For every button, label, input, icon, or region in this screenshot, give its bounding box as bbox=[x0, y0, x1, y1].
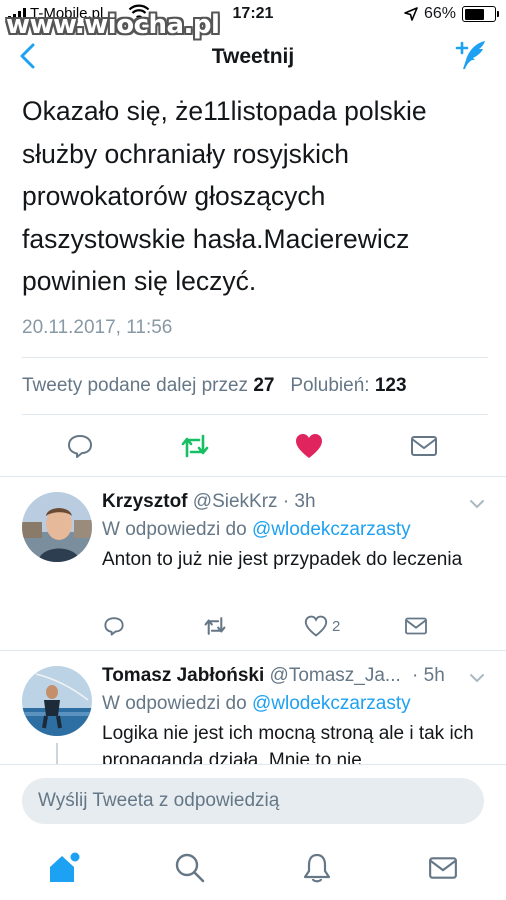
compose-icon[interactable] bbox=[454, 38, 488, 72]
battery-icon bbox=[462, 6, 499, 22]
reply-time: · 3h bbox=[282, 491, 316, 512]
author-name[interactable]: Tomasz Jabłoński bbox=[102, 665, 264, 686]
like-button[interactable] bbox=[291, 428, 327, 464]
likes-label: Polubień: bbox=[290, 375, 370, 396]
tab-search[interactable] bbox=[170, 848, 210, 888]
share-button[interactable] bbox=[404, 613, 428, 639]
tweet-date: 20.11.2017, 11:56 bbox=[22, 317, 173, 338]
tab-home[interactable] bbox=[44, 848, 84, 888]
heart-icon bbox=[304, 615, 328, 637]
tweet-actions bbox=[0, 428, 506, 464]
reply-to: W odpowiedzi do @wlodekczarzasty bbox=[102, 519, 411, 541]
tab-messages[interactable] bbox=[423, 848, 463, 888]
page-title: Tweetnij bbox=[211, 45, 295, 68]
retweet-icon bbox=[204, 617, 226, 635]
reply-to: W odpowiedzi do @wlodekczarzasty bbox=[102, 693, 411, 715]
battery-percent: 66% bbox=[423, 5, 456, 22]
like-button[interactable]: 2 bbox=[304, 613, 340, 639]
share-button[interactable] bbox=[406, 428, 442, 464]
reply-tweet[interactable]: Krzysztof @SiekKrz · 3h W odpowiedzi do … bbox=[0, 477, 506, 650]
reply-to-handle[interactable]: @wlodekczarzasty bbox=[252, 519, 411, 540]
reply-button[interactable] bbox=[103, 613, 125, 639]
author-handle[interactable]: @SiekKrz bbox=[193, 491, 278, 512]
reply-header: Tomasz Jabłoński @Tomasz_Ja... · 5h bbox=[102, 665, 445, 687]
reply-time: · 5h bbox=[412, 665, 445, 686]
location-arrow-icon bbox=[404, 7, 418, 21]
status-right: 66% bbox=[404, 5, 499, 23]
chevron-down-icon[interactable] bbox=[468, 669, 486, 687]
retweet-button[interactable] bbox=[202, 613, 228, 639]
tab-bar bbox=[0, 836, 506, 900]
reply-composer: Wyślij Tweeta z odpowiedzią bbox=[0, 764, 506, 836]
divider bbox=[22, 357, 488, 358]
reply-to-label: W odpowiedzi do bbox=[102, 693, 247, 714]
nav-bar: Tweetnij bbox=[0, 30, 506, 86]
author-handle[interactable]: @Tomasz_Ja... bbox=[270, 665, 401, 686]
chevron-down-icon[interactable] bbox=[468, 495, 486, 513]
retweet-icon bbox=[181, 434, 209, 458]
avatar-image bbox=[22, 492, 92, 562]
retweets-count[interactable]: 27 bbox=[253, 375, 274, 396]
avatar[interactable] bbox=[22, 492, 92, 562]
tweet-text: Okazało się, że11listopada polskie służb… bbox=[22, 96, 427, 296]
divider bbox=[22, 414, 488, 415]
reply-icon bbox=[104, 617, 124, 636]
retweets-label: Tweety podane dalej przez bbox=[22, 375, 249, 396]
like-count: 2 bbox=[332, 617, 341, 635]
tab-notifications[interactable] bbox=[297, 848, 337, 888]
reply-tweet[interactable]: Tomasz Jabłoński @Tomasz_Ja... · 5h W od… bbox=[0, 651, 506, 764]
reply-to-handle[interactable]: @wlodekczarzasty bbox=[252, 693, 411, 714]
reply-to-label: W odpowiedzi do bbox=[102, 519, 247, 540]
reply-header: Krzysztof @SiekKrz · 3h bbox=[102, 491, 316, 513]
reply-text: Logika nie jest ich mocną stroną ale i t… bbox=[102, 723, 474, 764]
author-name[interactable]: Krzysztof bbox=[102, 491, 188, 512]
bell-icon bbox=[303, 853, 331, 883]
reply-text: Anton to już nie jest przypadek do lecze… bbox=[102, 549, 463, 570]
tweet-stats: Tweety podane dalej przez 27 Polubień: 1… bbox=[22, 375, 407, 397]
heart-icon bbox=[296, 434, 322, 458]
reply-input[interactable]: Wyślij Tweeta z odpowiedzią bbox=[22, 778, 484, 824]
search-icon bbox=[175, 853, 205, 883]
thread-line bbox=[56, 743, 58, 764]
avatar-image bbox=[22, 666, 92, 736]
status-bar: T-Mobile.pl www.wiocha.pl 17:21 66% bbox=[0, 0, 506, 40]
avatar[interactable] bbox=[22, 666, 92, 736]
reply-icon bbox=[68, 435, 92, 458]
battery-fill bbox=[464, 8, 484, 20]
home-icon bbox=[50, 852, 80, 882]
retweet-button[interactable] bbox=[177, 428, 213, 464]
mail-icon bbox=[411, 436, 437, 456]
mail-icon bbox=[405, 617, 427, 635]
likes-count[interactable]: 123 bbox=[375, 375, 407, 396]
reply-button[interactable] bbox=[62, 428, 98, 464]
mail-icon bbox=[429, 857, 457, 879]
